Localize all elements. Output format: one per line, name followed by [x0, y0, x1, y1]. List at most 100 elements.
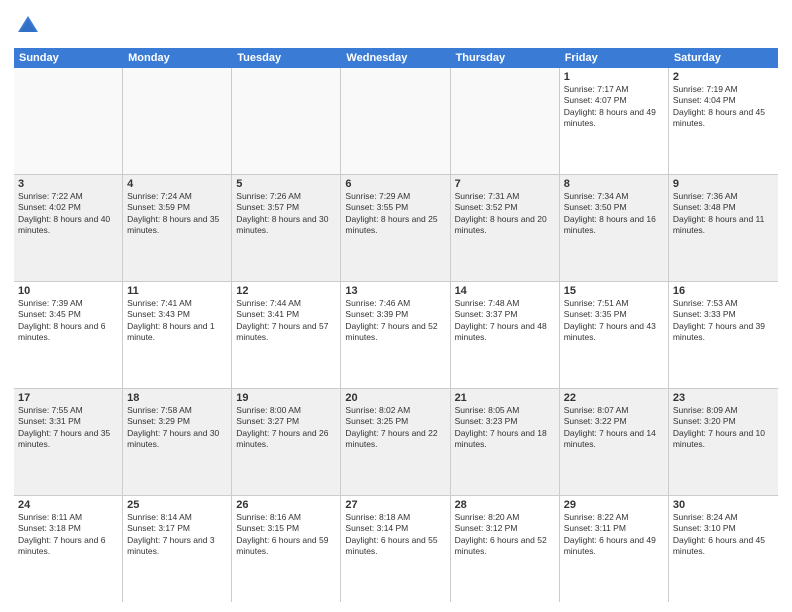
cell-info: Sunrise: 7:53 AM Sunset: 3:33 PM Dayligh… [673, 298, 774, 344]
day-number: 3 [18, 178, 118, 190]
day-number: 1 [564, 71, 664, 83]
page: SundayMondayTuesdayWednesdayThursdayFrid… [0, 0, 792, 612]
cell-info: Sunrise: 7:24 AM Sunset: 3:59 PM Dayligh… [127, 191, 227, 237]
header-day-wednesday: Wednesday [341, 48, 450, 68]
cal-cell: 22Sunrise: 8:07 AM Sunset: 3:22 PM Dayli… [560, 389, 669, 495]
day-number: 28 [455, 499, 555, 511]
cal-row-3: 17Sunrise: 7:55 AM Sunset: 3:31 PM Dayli… [14, 389, 778, 496]
header [14, 12, 778, 40]
day-number: 14 [455, 285, 555, 297]
cal-cell [14, 68, 123, 174]
calendar-header: SundayMondayTuesdayWednesdayThursdayFrid… [14, 48, 778, 68]
header-day-friday: Friday [560, 48, 669, 68]
cal-cell: 28Sunrise: 8:20 AM Sunset: 3:12 PM Dayli… [451, 496, 560, 602]
cal-cell [451, 68, 560, 174]
cell-info: Sunrise: 8:00 AM Sunset: 3:27 PM Dayligh… [236, 405, 336, 451]
cal-cell: 24Sunrise: 8:11 AM Sunset: 3:18 PM Dayli… [14, 496, 123, 602]
logo-icon [14, 12, 42, 40]
cell-info: Sunrise: 7:31 AM Sunset: 3:52 PM Dayligh… [455, 191, 555, 237]
cal-cell: 6Sunrise: 7:29 AM Sunset: 3:55 PM Daylig… [341, 175, 450, 281]
logo [14, 12, 46, 40]
cell-info: Sunrise: 7:19 AM Sunset: 4:04 PM Dayligh… [673, 84, 774, 130]
cal-cell [341, 68, 450, 174]
day-number: 6 [345, 178, 445, 190]
header-day-saturday: Saturday [669, 48, 778, 68]
cell-info: Sunrise: 8:02 AM Sunset: 3:25 PM Dayligh… [345, 405, 445, 451]
cal-cell: 1Sunrise: 7:17 AM Sunset: 4:07 PM Daylig… [560, 68, 669, 174]
cell-info: Sunrise: 8:16 AM Sunset: 3:15 PM Dayligh… [236, 512, 336, 558]
day-number: 23 [673, 392, 774, 404]
cell-info: Sunrise: 7:39 AM Sunset: 3:45 PM Dayligh… [18, 298, 118, 344]
cal-cell: 29Sunrise: 8:22 AM Sunset: 3:11 PM Dayli… [560, 496, 669, 602]
cal-cell: 8Sunrise: 7:34 AM Sunset: 3:50 PM Daylig… [560, 175, 669, 281]
day-number: 17 [18, 392, 118, 404]
day-number: 10 [18, 285, 118, 297]
cell-info: Sunrise: 7:58 AM Sunset: 3:29 PM Dayligh… [127, 405, 227, 451]
cal-cell: 25Sunrise: 8:14 AM Sunset: 3:17 PM Dayli… [123, 496, 232, 602]
day-number: 7 [455, 178, 555, 190]
day-number: 27 [345, 499, 445, 511]
day-number: 24 [18, 499, 118, 511]
cell-info: Sunrise: 7:34 AM Sunset: 3:50 PM Dayligh… [564, 191, 664, 237]
cell-info: Sunrise: 8:14 AM Sunset: 3:17 PM Dayligh… [127, 512, 227, 558]
cal-cell: 13Sunrise: 7:46 AM Sunset: 3:39 PM Dayli… [341, 282, 450, 388]
day-number: 13 [345, 285, 445, 297]
cell-info: Sunrise: 7:22 AM Sunset: 4:02 PM Dayligh… [18, 191, 118, 237]
cell-info: Sunrise: 8:22 AM Sunset: 3:11 PM Dayligh… [564, 512, 664, 558]
day-number: 25 [127, 499, 227, 511]
cell-info: Sunrise: 7:44 AM Sunset: 3:41 PM Dayligh… [236, 298, 336, 344]
day-number: 22 [564, 392, 664, 404]
header-day-monday: Monday [123, 48, 232, 68]
header-day-tuesday: Tuesday [232, 48, 341, 68]
cal-cell: 9Sunrise: 7:36 AM Sunset: 3:48 PM Daylig… [669, 175, 778, 281]
cal-cell: 11Sunrise: 7:41 AM Sunset: 3:43 PM Dayli… [123, 282, 232, 388]
cell-info: Sunrise: 8:24 AM Sunset: 3:10 PM Dayligh… [673, 512, 774, 558]
cal-cell: 15Sunrise: 7:51 AM Sunset: 3:35 PM Dayli… [560, 282, 669, 388]
cell-info: Sunrise: 7:17 AM Sunset: 4:07 PM Dayligh… [564, 84, 664, 130]
cell-info: Sunrise: 8:09 AM Sunset: 3:20 PM Dayligh… [673, 405, 774, 451]
cal-cell: 18Sunrise: 7:58 AM Sunset: 3:29 PM Dayli… [123, 389, 232, 495]
cal-cell: 5Sunrise: 7:26 AM Sunset: 3:57 PM Daylig… [232, 175, 341, 281]
cell-info: Sunrise: 8:18 AM Sunset: 3:14 PM Dayligh… [345, 512, 445, 558]
cell-info: Sunrise: 8:11 AM Sunset: 3:18 PM Dayligh… [18, 512, 118, 558]
cal-cell [123, 68, 232, 174]
day-number: 20 [345, 392, 445, 404]
cal-cell: 7Sunrise: 7:31 AM Sunset: 3:52 PM Daylig… [451, 175, 560, 281]
cal-cell: 12Sunrise: 7:44 AM Sunset: 3:41 PM Dayli… [232, 282, 341, 388]
day-number: 5 [236, 178, 336, 190]
cal-cell: 21Sunrise: 8:05 AM Sunset: 3:23 PM Dayli… [451, 389, 560, 495]
cell-info: Sunrise: 8:05 AM Sunset: 3:23 PM Dayligh… [455, 405, 555, 451]
day-number: 19 [236, 392, 336, 404]
cal-cell: 19Sunrise: 8:00 AM Sunset: 3:27 PM Dayli… [232, 389, 341, 495]
cal-row-4: 24Sunrise: 8:11 AM Sunset: 3:18 PM Dayli… [14, 496, 778, 602]
day-number: 29 [564, 499, 664, 511]
day-number: 4 [127, 178, 227, 190]
day-number: 26 [236, 499, 336, 511]
calendar-body: 1Sunrise: 7:17 AM Sunset: 4:07 PM Daylig… [14, 68, 778, 602]
cal-cell: 14Sunrise: 7:48 AM Sunset: 3:37 PM Dayli… [451, 282, 560, 388]
header-day-thursday: Thursday [451, 48, 560, 68]
day-number: 12 [236, 285, 336, 297]
cal-row-1: 3Sunrise: 7:22 AM Sunset: 4:02 PM Daylig… [14, 175, 778, 282]
cal-cell: 20Sunrise: 8:02 AM Sunset: 3:25 PM Dayli… [341, 389, 450, 495]
cal-cell: 17Sunrise: 7:55 AM Sunset: 3:31 PM Dayli… [14, 389, 123, 495]
day-number: 11 [127, 285, 227, 297]
day-number: 30 [673, 499, 774, 511]
cal-row-0: 1Sunrise: 7:17 AM Sunset: 4:07 PM Daylig… [14, 68, 778, 175]
header-day-sunday: Sunday [14, 48, 123, 68]
cal-cell: 27Sunrise: 8:18 AM Sunset: 3:14 PM Dayli… [341, 496, 450, 602]
day-number: 15 [564, 285, 664, 297]
day-number: 2 [673, 71, 774, 83]
cal-cell: 2Sunrise: 7:19 AM Sunset: 4:04 PM Daylig… [669, 68, 778, 174]
day-number: 8 [564, 178, 664, 190]
day-number: 18 [127, 392, 227, 404]
cell-info: Sunrise: 7:36 AM Sunset: 3:48 PM Dayligh… [673, 191, 774, 237]
cell-info: Sunrise: 7:41 AM Sunset: 3:43 PM Dayligh… [127, 298, 227, 344]
cal-cell: 23Sunrise: 8:09 AM Sunset: 3:20 PM Dayli… [669, 389, 778, 495]
cal-cell: 3Sunrise: 7:22 AM Sunset: 4:02 PM Daylig… [14, 175, 123, 281]
cell-info: Sunrise: 7:46 AM Sunset: 3:39 PM Dayligh… [345, 298, 445, 344]
day-number: 16 [673, 285, 774, 297]
cal-cell: 10Sunrise: 7:39 AM Sunset: 3:45 PM Dayli… [14, 282, 123, 388]
cell-info: Sunrise: 7:29 AM Sunset: 3:55 PM Dayligh… [345, 191, 445, 237]
calendar: SundayMondayTuesdayWednesdayThursdayFrid… [14, 48, 778, 602]
